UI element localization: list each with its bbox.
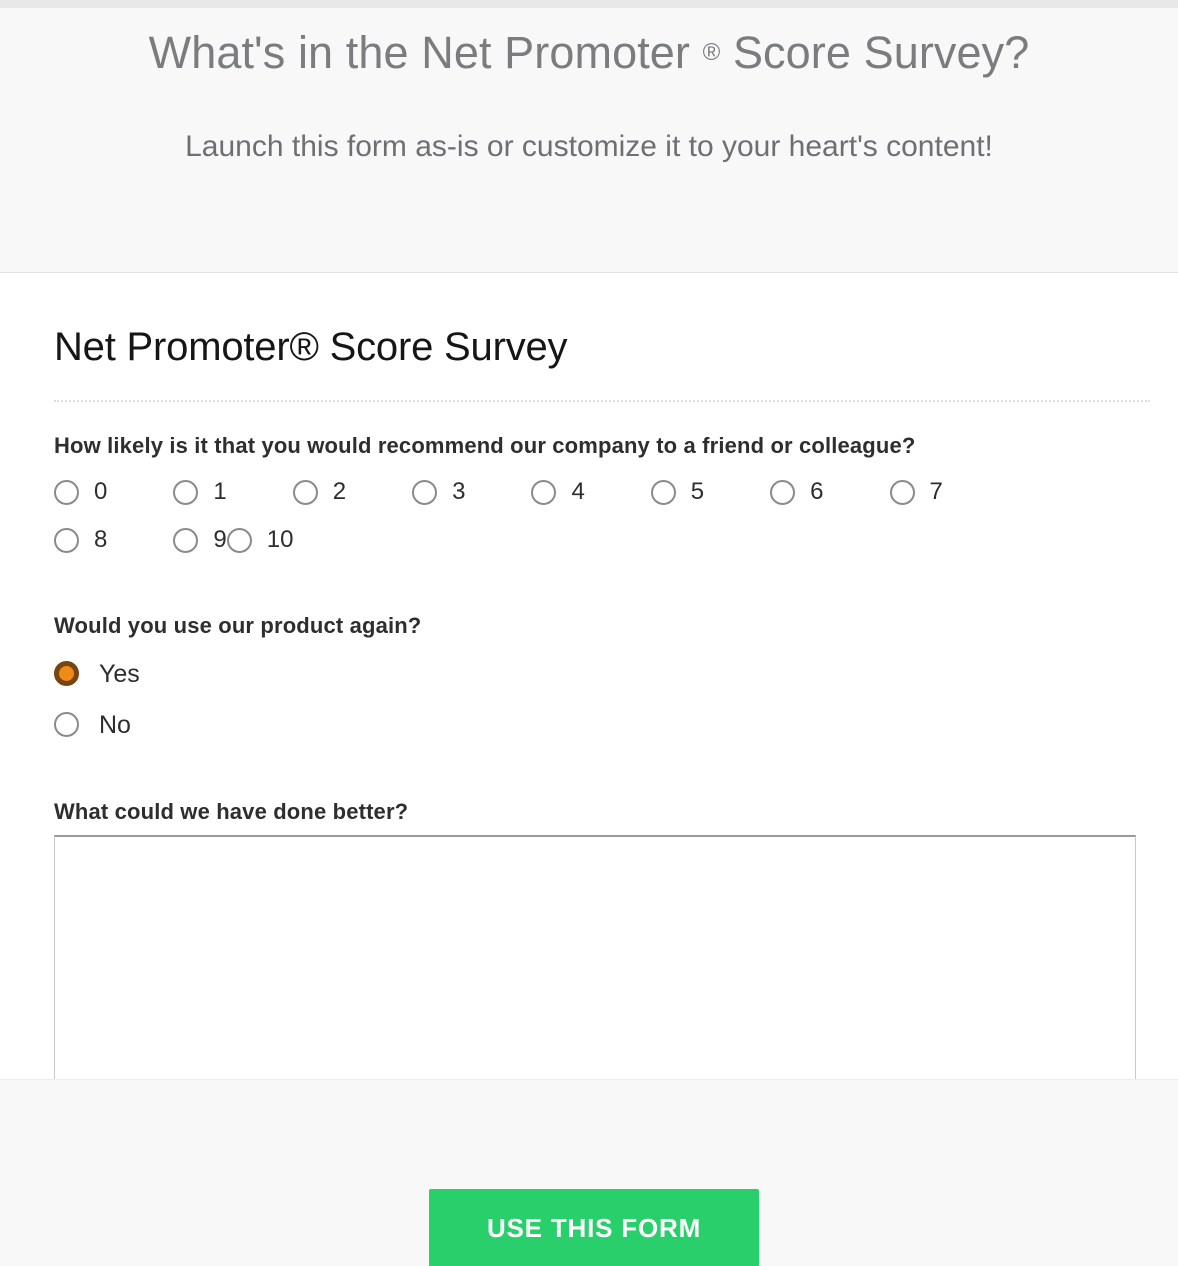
radio-icon-0[interactable] <box>54 479 79 505</box>
radio-icon-3[interactable] <box>412 479 438 505</box>
radio-icon-8[interactable] <box>54 527 79 553</box>
question-label-done-better: What could we have done better? <box>54 799 409 824</box>
question-label-nps: How likely is it that you would recommen… <box>54 433 916 458</box>
form-inner: Net Promoter® Score Survey How likely is… <box>54 274 1150 1079</box>
nps-option-label-1: 1 <box>213 478 227 505</box>
radio-icon-10[interactable] <box>226 527 252 553</box>
done-better-field-wrap <box>54 835 1136 1079</box>
radio-icon-4[interactable] <box>531 479 557 505</box>
nps-option-label-6: 6 <box>810 478 824 505</box>
nps-option-label-4: 4 <box>571 478 585 505</box>
nps-option-0[interactable]: 0 <box>54 468 107 516</box>
top-strip <box>0 0 1178 8</box>
use-again-option-label-no: No <box>99 710 131 739</box>
question-done-better: What could we have done better? <box>54 798 1136 1079</box>
nps-option-4[interactable]: 4 <box>531 468 585 516</box>
nps-option-3[interactable]: 3 <box>412 468 465 516</box>
nps-option-5[interactable]: 5 <box>650 468 705 516</box>
registered-trademark-icon: ® <box>702 39 721 66</box>
nps-option-label-10: 10 <box>266 526 294 553</box>
radio-icon-6[interactable] <box>770 479 796 505</box>
nps-option-label-3: 3 <box>452 478 466 505</box>
nps-option-label-7: 7 <box>929 478 943 505</box>
use-again-option-label-yes: Yes <box>99 659 140 688</box>
radio-icon-5[interactable] <box>650 479 676 505</box>
form-card: Net Promoter® Score Survey How likely is… <box>0 274 1178 1079</box>
question-use-again: Would you use our product again? Yes No <box>54 612 1136 750</box>
promo-title-text-before: What's in the Net Promoter <box>148 27 691 78</box>
form-title-divider <box>54 400 1150 402</box>
nps-option-9[interactable]: 9 <box>173 516 227 564</box>
question-label-use-again: Would you use our product again? <box>54 613 422 638</box>
nps-option-label-2: 2 <box>332 478 347 505</box>
survey-preview-page: What's in the Net Promoter ® Score Surve… <box>0 0 1178 1266</box>
promo-header: What's in the Net Promoter ® Score Surve… <box>0 8 1178 273</box>
promo-title-text-after: Score Survey? <box>732 27 1030 78</box>
done-better-textarea[interactable] <box>54 835 1136 1079</box>
nps-option-label-5: 5 <box>690 478 705 505</box>
promo-title: What's in the Net Promoter ® Score Surve… <box>0 8 1178 84</box>
radio-icon-9[interactable] <box>173 527 199 553</box>
use-this-form-button[interactable]: USE THIS FORM <box>429 1189 759 1266</box>
radio-icon-yes-selected[interactable] <box>54 661 79 686</box>
nps-option-2[interactable]: 2 <box>292 468 347 516</box>
use-again-option-no[interactable]: No <box>54 699 1136 750</box>
nps-option-label-9: 9 <box>213 526 227 553</box>
nps-option-10[interactable]: 10 <box>226 516 294 564</box>
radio-icon-7[interactable] <box>889 479 915 505</box>
nps-option-label-8: 8 <box>94 526 108 553</box>
footer-bar: USE THIS FORM <box>0 1079 1178 1266</box>
nps-scale-options: 0 1 2 3 4 5 6 7 8 9 10 <box>54 468 1099 564</box>
nps-option-7[interactable]: 7 <box>889 468 943 516</box>
radio-icon-2[interactable] <box>292 479 318 505</box>
use-again-options: Yes No <box>54 648 1136 750</box>
nps-option-1[interactable]: 1 <box>173 468 227 516</box>
promo-subtitle: Launch this form as-is or customize it t… <box>185 130 993 163</box>
nps-option-8[interactable]: 8 <box>54 516 107 564</box>
use-again-option-yes[interactable]: Yes <box>54 648 1136 699</box>
question-nps-scale: How likely is it that you would recommen… <box>54 432 1136 564</box>
nps-option-6[interactable]: 6 <box>770 468 824 516</box>
nps-option-label-0: 0 <box>94 478 108 505</box>
radio-icon-1[interactable] <box>173 479 199 505</box>
radio-icon-no[interactable] <box>54 712 79 737</box>
form-title: Net Promoter® Score Survey <box>54 325 568 369</box>
